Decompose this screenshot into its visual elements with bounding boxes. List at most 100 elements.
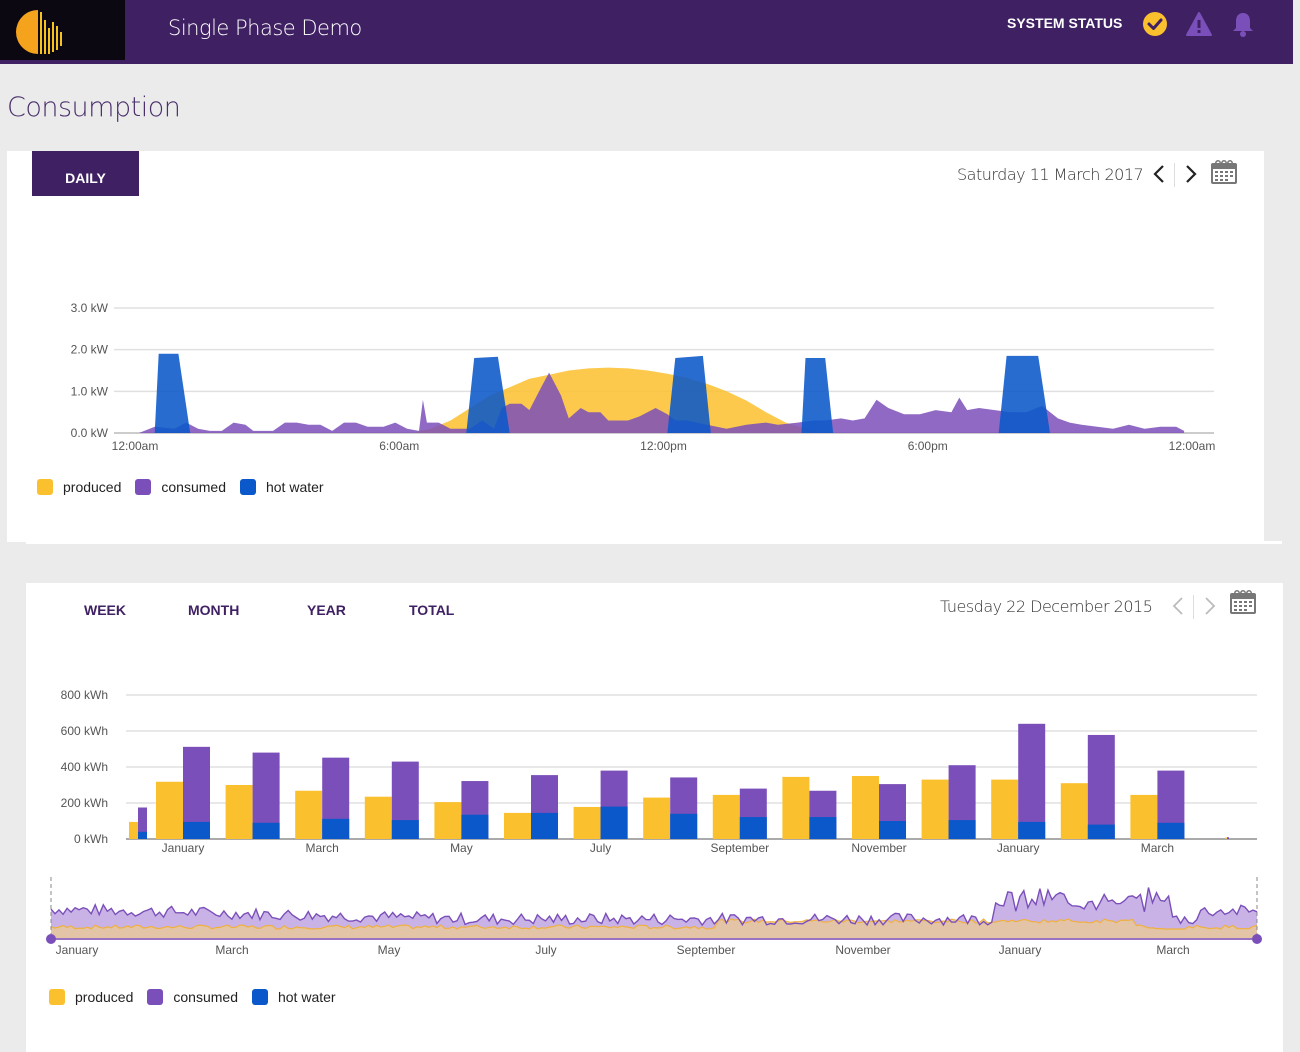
- legend-label: hot water: [265, 479, 324, 495]
- bar-produced[interactable]: [852, 776, 879, 839]
- bar-hot-water[interactable]: [670, 813, 698, 839]
- bar-produced[interactable]: [643, 797, 671, 839]
- hot-water-area: [466, 356, 510, 433]
- navigator-right-handle[interactable]: [1252, 934, 1262, 944]
- chevron-right-icon[interactable]: [1203, 595, 1217, 617]
- chevron-right-icon[interactable]: [1184, 163, 1198, 185]
- chevron-left-icon[interactable]: [1152, 163, 1166, 185]
- periodic-date-label: Tuesday 22 December 2015: [940, 597, 1153, 616]
- daily-power-chart: 0.0 kW 1.0 kW 2.0 kW 3.0 kW 12:00am 6:00am 12:…: [71, 301, 1216, 453]
- bar-hot-water[interactable]: [879, 821, 906, 839]
- bar-produced[interactable]: [1225, 837, 1227, 839]
- tab-total[interactable]: TOTAL: [409, 602, 454, 618]
- legend-swatch: [251, 989, 268, 1005]
- navigator-left-handle[interactable]: [46, 934, 56, 944]
- hot-water-area: [154, 353, 191, 433]
- x-tick-label: 12:00am: [1169, 439, 1216, 453]
- nav-separator: [1174, 163, 1175, 187]
- legend-label: produced: [75, 989, 134, 1005]
- legend-label: hot water: [277, 989, 336, 1005]
- bar-hot-water[interactable]: [531, 812, 558, 839]
- bar-consumed[interactable]: [1018, 723, 1046, 839]
- hot-water-area: [998, 355, 1051, 433]
- bar-produced[interactable]: [434, 802, 462, 839]
- bar-hot-water[interactable]: [948, 820, 976, 839]
- bar-hot-water[interactable]: [461, 814, 489, 839]
- daily-chart-card: DAILY Saturday 11 March 2017 0.0 kW 1.0 k…: [7, 151, 1264, 542]
- y-tick-label: 200 kWh: [61, 796, 108, 810]
- periodic-chart-card: WEEK MONTH YEAR TOTAL Tuesday 22 Decembe…: [26, 583, 1283, 1052]
- navigator-x-tick-label: January: [999, 943, 1042, 957]
- bar-consumed[interactable]: [1087, 734, 1115, 839]
- bar-produced[interactable]: [1060, 783, 1088, 839]
- bar-hot-water[interactable]: [1157, 822, 1185, 839]
- bar-hot-water[interactable]: [1087, 824, 1115, 839]
- bar-hot-water[interactable]: [1018, 821, 1046, 839]
- bar-hot-water[interactable]: [600, 806, 628, 839]
- bar-produced[interactable]: [504, 812, 531, 839]
- x-tick-label: 12:00am: [112, 439, 159, 453]
- legend-label: consumed: [161, 479, 226, 495]
- legend-swatch: [49, 989, 65, 1005]
- legend-item[interactable]: hot water: [239, 479, 324, 495]
- bar-produced[interactable]: [712, 794, 740, 839]
- bar-produced[interactable]: [573, 806, 601, 839]
- legend-item[interactable]: consumed: [135, 479, 226, 495]
- y-tick-label: 400 kWh: [61, 760, 108, 774]
- legend-swatch: [239, 479, 256, 495]
- navigator-x-tick-label: July: [535, 943, 556, 957]
- calendar-icon[interactable]: [1210, 159, 1238, 185]
- monthly-energy-chart: 0 kWh 200 kWh 400 kWh 600 kWh 800 kWh January…: [61, 688, 1257, 855]
- bar-hot-water[interactable]: [739, 817, 767, 839]
- bar-hot-water[interactable]: [252, 822, 280, 839]
- range-navigator-chart[interactable]: January March May July September November Janu…: [26, 873, 1283, 963]
- bar-consumed[interactable]: [1227, 837, 1229, 839]
- x-tick-label: November: [851, 841, 906, 855]
- bar-produced[interactable]: [295, 790, 323, 839]
- x-tick-label: 6:00pm: [908, 439, 948, 453]
- system-status-label[interactable]: SYSTEM STATUS: [1007, 15, 1122, 31]
- bar-produced[interactable]: [782, 776, 810, 839]
- check-circle-icon[interactable]: [1141, 10, 1169, 38]
- chevron-left-icon[interactable]: [1171, 595, 1185, 617]
- bar-produced[interactable]: [156, 781, 183, 839]
- bar-produced[interactable]: [921, 779, 949, 839]
- calendar-icon[interactable]: [1229, 589, 1257, 615]
- tab-week[interactable]: WEEK: [84, 602, 126, 618]
- x-tick-label: January: [162, 841, 205, 855]
- tab-year[interactable]: YEAR: [307, 602, 346, 618]
- warning-icon[interactable]: [1185, 10, 1213, 38]
- x-tick-label: September: [710, 841, 769, 855]
- bar-produced[interactable]: [1130, 794, 1158, 839]
- y-tick-label: 1.0 kW: [71, 384, 109, 398]
- bar-hot-water[interactable]: [322, 818, 350, 839]
- tab-month[interactable]: MONTH: [188, 602, 239, 618]
- y-tick-label: 0.0 kW: [71, 426, 109, 440]
- legend-label: consumed: [173, 989, 238, 1005]
- app-title: Single Phase Demo: [168, 16, 362, 40]
- legend-item[interactable]: consumed: [147, 989, 238, 1005]
- legend-swatch: [37, 479, 53, 495]
- legend-item[interactable]: hot water: [251, 989, 336, 1005]
- bar-hot-water[interactable]: [138, 831, 147, 839]
- tab-daily[interactable]: DAILY: [32, 151, 139, 196]
- legend-item[interactable]: produced: [37, 479, 121, 495]
- y-tick-label: 800 kWh: [61, 688, 108, 702]
- bar-produced[interactable]: [991, 779, 1019, 839]
- bar-hot-water[interactable]: [183, 821, 210, 839]
- nav-separator: [1193, 595, 1194, 619]
- bar-produced[interactable]: [225, 785, 253, 839]
- bar-produced[interactable]: [129, 821, 138, 839]
- x-tick-label: May: [450, 841, 473, 855]
- navigator-x-tick-label: September: [677, 943, 736, 957]
- bar-hot-water[interactable]: [809, 817, 837, 839]
- legend-item[interactable]: produced: [49, 989, 133, 1005]
- bell-icon[interactable]: [1229, 10, 1257, 38]
- app-logo[interactable]: [0, 0, 125, 60]
- bar-produced[interactable]: [364, 796, 392, 839]
- legend-swatch: [147, 989, 164, 1005]
- top-bar: Single Phase Demo SYSTEM STATUS: [0, 0, 1293, 64]
- bar-hot-water[interactable]: [391, 820, 419, 839]
- navigator-x-tick-label: May: [378, 943, 401, 957]
- hot-water-area: [667, 355, 711, 433]
